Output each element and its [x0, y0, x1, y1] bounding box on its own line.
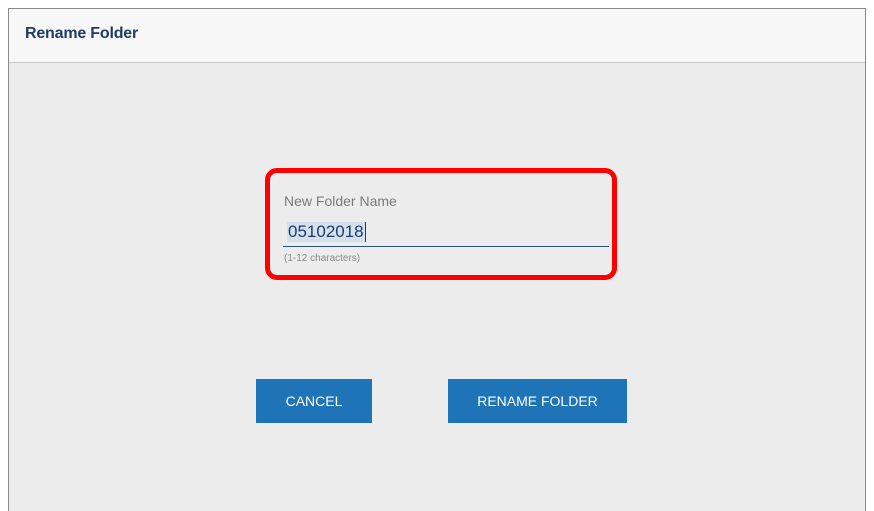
folder-name-value: 05102018 — [287, 222, 365, 242]
dialog-header: Rename Folder — [9, 9, 865, 63]
field-label: New Folder Name — [284, 193, 397, 209]
folder-name-field-highlight: New Folder Name 05102018 (1-12 character… — [265, 168, 617, 280]
dialog-title: Rename Folder — [25, 25, 138, 42]
text-caret — [364, 222, 366, 242]
field-hint: (1-12 characters) — [284, 253, 361, 264]
rename-folder-button[interactable]: RENAME FOLDER — [448, 379, 627, 423]
cancel-button[interactable]: CANCEL — [256, 379, 372, 423]
folder-name-input[interactable]: 05102018 — [283, 217, 609, 247]
rename-folder-dialog: Rename Folder New Folder Name 05102018 (… — [8, 8, 866, 511]
